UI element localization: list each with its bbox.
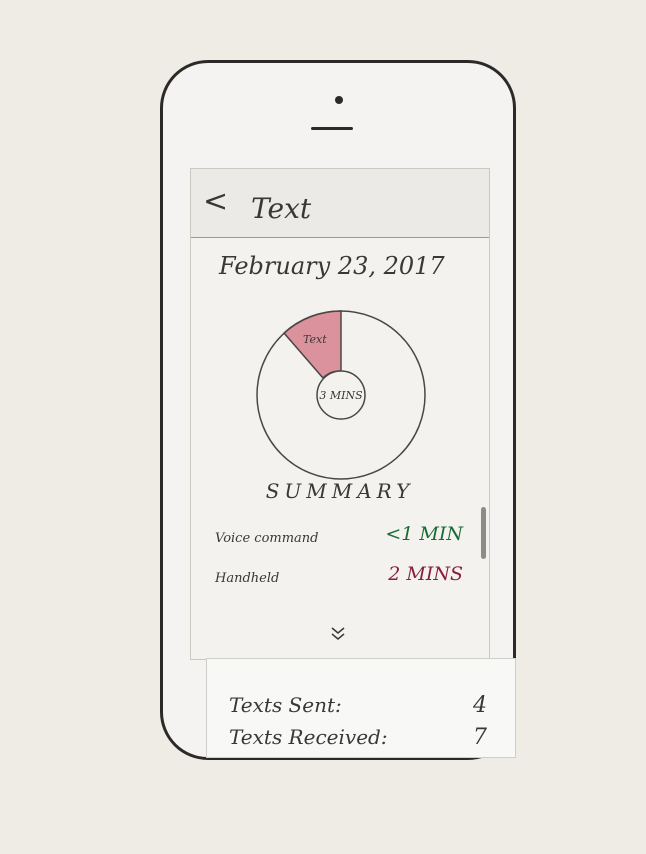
handheld-label: Handheld xyxy=(215,571,280,586)
double-chevron-down-icon[interactable] xyxy=(329,624,347,647)
camera-icon xyxy=(335,96,343,104)
text-stats-card: Texts Sent: 4 Texts Received: 7 xyxy=(206,658,516,758)
summary-row-handheld: Handheld 2 MINS xyxy=(215,563,463,593)
speaker-grille xyxy=(311,127,353,130)
usage-donut-chart: Text 3 MINS xyxy=(245,299,437,491)
segment-label: Text xyxy=(303,333,327,346)
screen-title: Text xyxy=(251,192,312,225)
texts-received-value: 7 xyxy=(473,725,487,750)
voice-command-label: Voice command xyxy=(215,531,319,546)
texts-sent-value: 4 xyxy=(473,693,487,718)
summary-heading: SUMMARY xyxy=(265,479,415,503)
handheld-value: 2 MINS xyxy=(388,563,463,585)
header-bar: < Text xyxy=(191,169,489,238)
date-label: February 23, 2017 xyxy=(219,252,445,280)
scrollbar[interactable] xyxy=(481,507,486,559)
app-screen: < Text February 23, 2017 Text 3 MINS SUM… xyxy=(190,168,490,660)
texts-sent-label: Texts Sent: xyxy=(229,693,342,717)
texts-received-label: Texts Received: xyxy=(229,725,388,749)
back-icon[interactable]: < xyxy=(203,187,228,217)
voice-command-value: <1 MIN xyxy=(385,523,463,545)
center-total-label: 3 MINS xyxy=(319,389,363,402)
summary-row-voice-command: Voice command <1 MIN xyxy=(215,523,463,553)
